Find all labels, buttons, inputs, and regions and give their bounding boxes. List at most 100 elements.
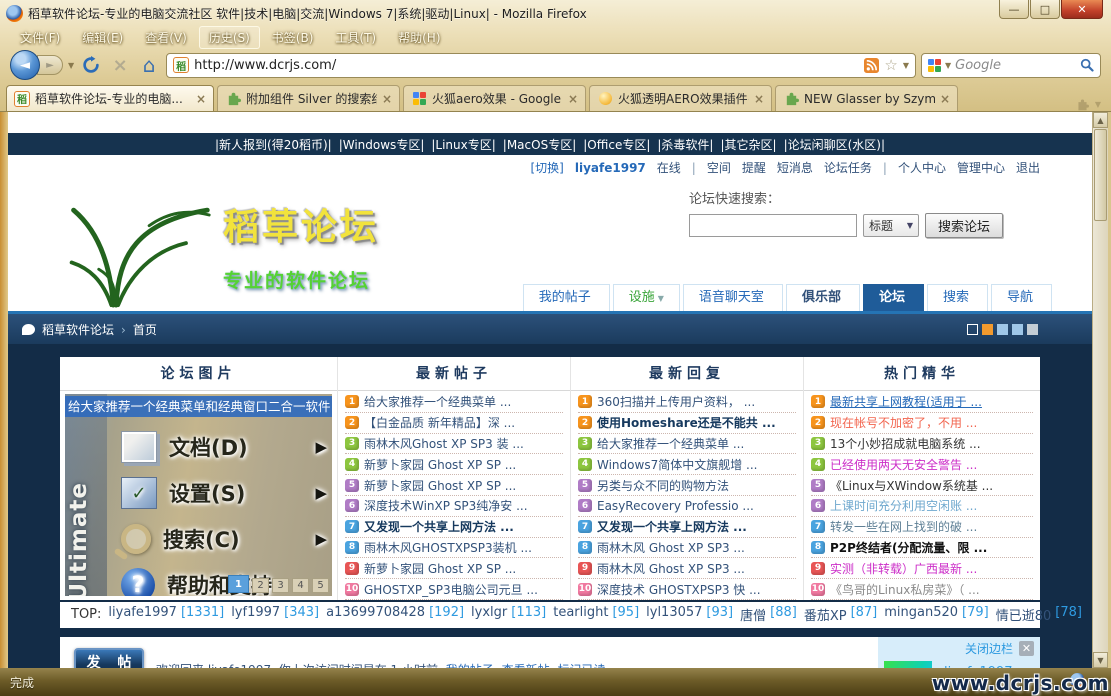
- user-bar-link[interactable]: 空间: [707, 159, 731, 176]
- digest-list-item[interactable]: 3 13个小妙招成就电脑系统 ...: [811, 434, 1033, 455]
- post-list-item[interactable]: 3 雨林木风Ghost XP SP3 装 ...: [345, 434, 563, 455]
- reply-list-item[interactable]: 10 深度技术 GHOSTXPSP3 快 ...: [578, 579, 796, 600]
- menu-item[interactable]: 帮助(H): [388, 26, 450, 49]
- web-search-input[interactable]: [955, 58, 1076, 73]
- style-square-white[interactable]: [967, 324, 978, 335]
- post-title-link[interactable]: 深度技术WinXP SP3纯净安 ...: [364, 497, 528, 514]
- forum-nav-tab[interactable]: 设施▼: [613, 284, 680, 311]
- site-logo[interactable]: 稻草论坛 专业的软件论坛: [60, 182, 379, 310]
- search-bar[interactable]: ▼: [921, 53, 1101, 78]
- digest-title-link[interactable]: 《鸟哥的Linux私房菜》（ ...: [830, 581, 980, 598]
- forum-nav-tab[interactable]: 俱乐部: [786, 284, 860, 311]
- engine-dropdown-icon[interactable]: ▼: [945, 61, 951, 70]
- user-bar-link[interactable]: 论坛任务: [824, 159, 872, 176]
- top-poster-name[interactable]: lyl13057: [646, 605, 702, 624]
- top-poster-name[interactable]: liyafe1997: [108, 605, 177, 624]
- stop-button[interactable]: ×: [108, 53, 132, 77]
- reload-button[interactable]: [79, 53, 103, 77]
- welcome-segment[interactable]: 标记已读: [557, 661, 605, 668]
- welcome-segment[interactable]: 查看新帖,: [502, 661, 554, 668]
- digest-list-item[interactable]: 9 实测（非转载）广西最新 ...: [811, 558, 1033, 579]
- reply-title-link[interactable]: Windows7简体中文旗舰增 ...: [597, 456, 757, 473]
- reply-title-link[interactable]: 给大家推荐一个经典菜单 ...: [597, 435, 744, 452]
- forum-nav-tab[interactable]: 语音聊天室: [683, 284, 783, 311]
- top-poster-name[interactable]: lyf1997: [231, 605, 280, 624]
- digest-title-link[interactable]: 转发一些在网上找到的破 ...: [830, 518, 977, 535]
- tab-close-icon[interactable]: ×: [568, 92, 578, 106]
- reply-list-item[interactable]: 4 Windows7简体中文旗舰增 ...: [578, 454, 796, 475]
- url-bar[interactable]: 稻 ☆ ▼: [166, 53, 916, 78]
- google-engine-icon[interactable]: [928, 59, 941, 72]
- forum-nav-tab[interactable]: 导航: [991, 284, 1052, 311]
- top-poster-name[interactable]: 情已逝80: [996, 605, 1052, 624]
- digest-list-item[interactable]: 6 上课时间充分利用空闲账 ...: [811, 496, 1033, 517]
- post-list-item[interactable]: 5 新萝卜家园 Ghost XP SP ...: [345, 475, 563, 496]
- page-scrollbar[interactable]: ▲ ▼: [1092, 112, 1108, 668]
- menu-item[interactable]: 编辑(E): [72, 26, 133, 49]
- digest-list-item[interactable]: 1 最新共享上网教程(适用于 ...: [811, 392, 1033, 413]
- digest-list-item[interactable]: 4 已经使用两天无安全警告 ...: [811, 454, 1033, 475]
- post-title-link[interactable]: 又发现一个共享上网方法 ...: [364, 518, 514, 535]
- digest-list-item[interactable]: 2 现在帐号不加密了，不用 ...: [811, 413, 1033, 434]
- list-all-tabs-button[interactable]: ▼: [1076, 98, 1105, 111]
- digest-title-link[interactable]: 上课时间充分利用空闲账 ...: [830, 497, 977, 514]
- reply-list-item[interactable]: 8 雨林木风 Ghost XP SP3 ...: [578, 538, 796, 559]
- reply-list-item[interactable]: 5 另类与众不同的购物方法: [578, 475, 796, 496]
- post-title-link[interactable]: 【白金品质 新年精品】深 ...: [364, 414, 515, 431]
- slideshow-page-button[interactable]: 2: [252, 578, 269, 593]
- post-title-link[interactable]: GHOSTXP_SP3电脑公司元旦 ...: [364, 581, 538, 598]
- digest-title-link[interactable]: 13个小妙招成就电脑系统 ...: [830, 435, 981, 452]
- style-square-blue2[interactable]: [1012, 324, 1023, 335]
- digest-title-link[interactable]: 《Linux与XWindow系统基 ...: [830, 477, 993, 494]
- post-title-link[interactable]: 新萝卜家园 Ghost XP SP ...: [364, 560, 516, 577]
- breadcrumb-site-link[interactable]: 稻草软件论坛: [42, 321, 114, 338]
- digest-title-link[interactable]: 现在帐号不加密了，不用 ...: [830, 414, 977, 431]
- digest-title-link[interactable]: 实测（非转载）广西最新 ...: [830, 560, 977, 577]
- user-bar-link[interactable]: 短消息: [777, 159, 813, 176]
- bookmark-star-icon[interactable]: ☆: [884, 56, 897, 74]
- slideshow-page-button[interactable]: 1: [228, 575, 249, 593]
- user-bar-link[interactable]: 管理中心: [957, 159, 1005, 176]
- slideshow-page-button[interactable]: 4: [292, 578, 309, 593]
- rss-icon[interactable]: [864, 58, 879, 73]
- post-list-item[interactable]: 9 新萝卜家园 Ghost XP SP ...: [345, 558, 563, 579]
- digest-list-item[interactable]: 10 《鸟哥的Linux私房菜》（ ...: [811, 579, 1033, 600]
- post-title-link[interactable]: 雨林木风GHOSTXPSP3装机 ...: [364, 539, 532, 556]
- tab-google-search[interactable]: 火狐aero效果 - Google ... ×: [403, 85, 586, 111]
- reply-list-item[interactable]: 1 360扫描并上传用户资料， ...: [578, 392, 796, 413]
- image-slideshow[interactable]: Ultimate 文档(D) ▶ ✓ 设置(S) ▶: [65, 394, 332, 596]
- reply-list-item[interactable]: 7 又发现一个共享上网方法 ...: [578, 517, 796, 538]
- tab-close-icon[interactable]: ×: [754, 92, 764, 106]
- post-list-item[interactable]: 4 新萝卜家园 Ghost XP SP ...: [345, 454, 563, 475]
- digest-title-link[interactable]: P2P终结者(分配流量、限 ...: [830, 539, 987, 556]
- digest-list-item[interactable]: 7 转发一些在网上找到的破 ...: [811, 517, 1033, 538]
- welcome-segment[interactable]: 我的帖子,: [446, 661, 498, 668]
- top-poster-name[interactable]: 番茄XP: [804, 605, 847, 624]
- reply-title-link[interactable]: 深度技术 GHOSTXPSP3 快 ...: [597, 581, 761, 598]
- back-button[interactable]: ◄: [10, 50, 40, 80]
- urlbar-dropdown-icon[interactable]: ▼: [903, 61, 909, 70]
- menu-item[interactable]: 书签(B): [262, 26, 324, 49]
- slideshow-caption[interactable]: 给大家推荐一个经典菜单和经典窗口二合一软件: [65, 396, 332, 417]
- breadcrumb-page-link[interactable]: 首页: [133, 321, 157, 338]
- top-poster-name[interactable]: 唐僧: [740, 605, 766, 624]
- menu-item[interactable]: 查看(V): [135, 26, 197, 49]
- reply-title-link[interactable]: 又发现一个共享上网方法 ...: [597, 518, 747, 535]
- menu-item[interactable]: 工具(T): [325, 26, 386, 49]
- top-nav-link[interactable]: |MacOS专区|: [503, 136, 576, 153]
- top-poster-name[interactable]: lyxlgr: [471, 605, 507, 624]
- forum-nav-tab[interactable]: 搜索: [927, 284, 988, 311]
- user-bar-link[interactable]: 提醒: [742, 159, 766, 176]
- url-input[interactable]: [194, 58, 859, 73]
- quick-search-input[interactable]: [689, 214, 857, 237]
- close-sidebar-x-icon[interactable]: ✕: [1019, 641, 1034, 656]
- top-nav-link[interactable]: |新人报到(得20稻币)|: [215, 136, 332, 153]
- reply-list-item[interactable]: 6 EasyRecovery Professio ...: [578, 496, 796, 517]
- maximize-button[interactable]: □: [1030, 0, 1060, 19]
- forward-button[interactable]: ►: [37, 55, 63, 75]
- digest-list-item[interactable]: 8 P2P终结者(分配流量、限 ...: [811, 538, 1033, 559]
- top-nav-link[interactable]: |其它杂区|: [720, 136, 776, 153]
- close-sidebar-link[interactable]: 关闭边栏: [965, 640, 1013, 657]
- tab-glasser[interactable]: NEW Glasser by Szyme... ×: [775, 85, 958, 111]
- post-list-item[interactable]: 8 雨林木风GHOSTXPSP3装机 ...: [345, 538, 563, 559]
